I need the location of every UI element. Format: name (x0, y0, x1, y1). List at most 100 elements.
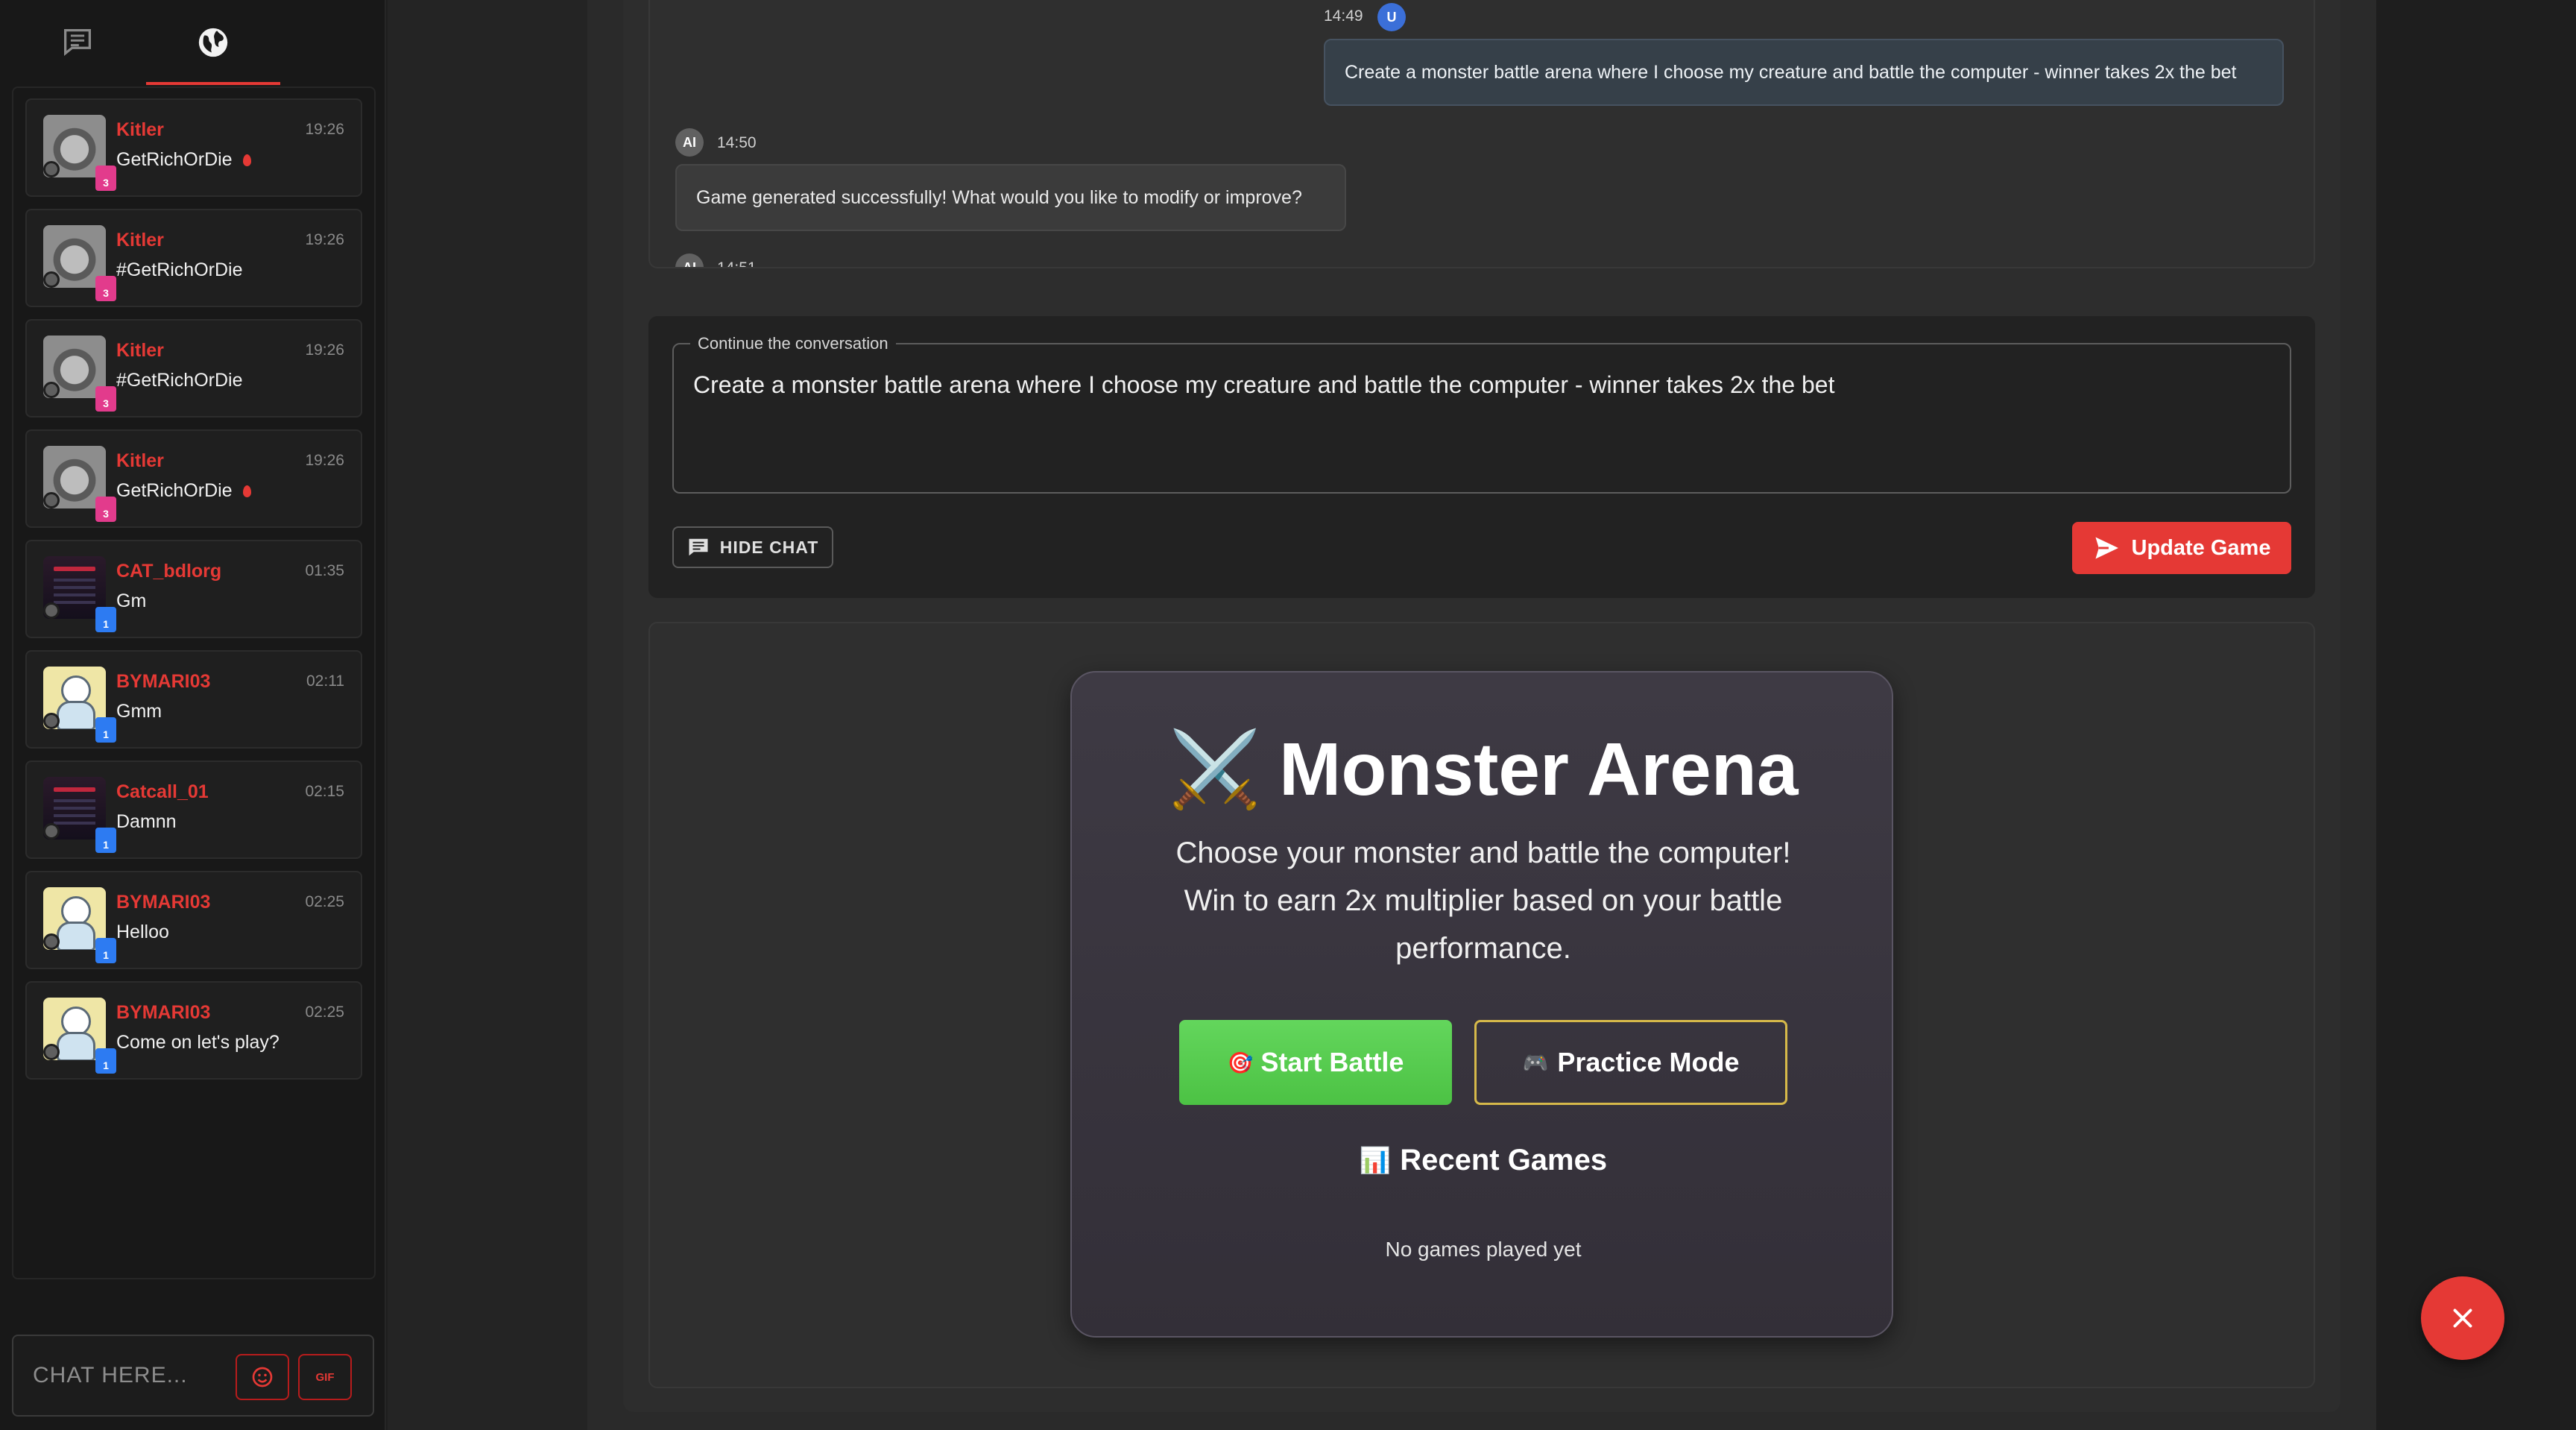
ai-avatar: AI (675, 253, 704, 267)
message-text: #GetRichOrDie (116, 259, 243, 280)
emoji-button[interactable] (236, 1354, 289, 1400)
target-icon: 🎯 (1227, 1051, 1254, 1074)
message-text-row: Helloo (116, 922, 169, 943)
update-game-button[interactable]: Update Game (2072, 522, 2291, 574)
recent-games-title: Recent Games (1400, 1144, 1608, 1177)
sender-name[interactable]: Kitler (116, 119, 164, 141)
close-fab-button[interactable] (2421, 1276, 2504, 1360)
right-gutter (2376, 0, 2576, 1430)
message-text-row: Gm (116, 590, 146, 612)
message-text: GetRichOrDie (116, 480, 233, 501)
level-badge: 3 (95, 276, 116, 301)
level-badge: 1 (95, 1048, 116, 1074)
message-time: 19:26 (305, 231, 344, 248)
status-indicator (43, 933, 60, 950)
level-badge: 3 (95, 166, 116, 191)
ai-message-time: 14:50 (717, 134, 757, 151)
conversation-field-label: Continue the conversation (690, 334, 896, 353)
ai-avatar: AI (675, 128, 704, 157)
message-text-row: Gmm (116, 701, 162, 722)
chat-input-box: CHAT HERE... GIF (12, 1335, 374, 1417)
no-games-text: No games played yet (1385, 1238, 1582, 1261)
user-message-time: 14:49 (1324, 7, 1363, 25)
smiley-icon (252, 1367, 273, 1388)
tab-global[interactable] (146, 0, 280, 85)
level-badge: 3 (95, 386, 116, 412)
sender-name[interactable]: BYMARI03 (116, 892, 210, 913)
chat-message-item[interactable]: 3 Kitler 19:26 #GetRichOrDie (25, 319, 362, 418)
message-text: Come on let's play? (116, 1032, 280, 1053)
bar-chart-icon: 📊 (1359, 1146, 1392, 1175)
level-badge: 1 (95, 938, 116, 963)
chat-message-item[interactable]: 1 BYMARI03 02:25 Come on let's play? (25, 981, 362, 1080)
composer-panel: Continue the conversation Create a monst… (648, 316, 2315, 598)
message-text: Gmm (116, 701, 162, 722)
gif-button[interactable]: GIF (298, 1354, 352, 1400)
message-text: GetRichOrDie (116, 149, 233, 170)
practice-mode-button[interactable]: 🎮 Practice Mode (1474, 1020, 1787, 1105)
recent-games-heading: 📊 Recent Games (1072, 1144, 1895, 1177)
chat-message-item[interactable]: 3 Kitler 19:26 GetRichOrDie (25, 429, 362, 528)
message-text: Helloo (116, 922, 169, 942)
message-text-row: Come on let's play? (116, 1032, 280, 1053)
message-text-row: #GetRichOrDie (116, 259, 243, 281)
message-time: 02:25 (305, 893, 344, 910)
tab-messages[interactable] (10, 0, 145, 85)
status-indicator (43, 492, 60, 508)
chat-sidebar: 3 Kitler 19:26 GetRichOrDie 3 Kitler 19:26 #Get… (0, 0, 386, 1430)
chat-message-list: 3 Kitler 19:26 GetRichOrDie 3 Kitler 19:26 #Get… (12, 86, 376, 1279)
sender-name[interactable]: CAT_bdlorg (116, 561, 221, 582)
level-badge: 1 (95, 828, 116, 853)
status-indicator (43, 161, 60, 177)
game-title: ⚔️ Monster Arena (1072, 726, 1895, 813)
sender-name[interactable]: BYMARI03 (116, 671, 210, 693)
left-gutter (388, 0, 587, 1430)
status-indicator (43, 382, 60, 398)
level-badge: 1 (95, 717, 116, 743)
chat-input[interactable]: CHAT HERE... (33, 1363, 188, 1388)
close-icon (2453, 1308, 2472, 1328)
game-description: Choose your monster and battle the compu… (1175, 837, 1791, 965)
sender-name[interactable]: BYMARI03 (116, 1002, 210, 1024)
game-title-text: Monster Arena (1279, 728, 1799, 811)
hide-chat-button[interactable]: HIDE CHAT (672, 526, 833, 568)
level-badge: 1 (95, 607, 116, 632)
conversation-input[interactable]: Create a monster battle arena where I ch… (693, 371, 1834, 399)
status-indicator (43, 602, 60, 619)
message-time: 01:35 (305, 562, 344, 579)
blood-drop-icon (242, 154, 251, 167)
message-time: 02:25 (305, 1004, 344, 1021)
chat-message-item[interactable]: 1 BYMARI03 02:25 Helloo (25, 871, 362, 969)
message-icon (64, 29, 91, 56)
chat-message-item[interactable]: 3 Kitler 19:26 GetRichOrDie (25, 98, 362, 197)
start-battle-button[interactable]: 🎯 Start Battle (1179, 1020, 1452, 1105)
message-text: Gm (116, 590, 147, 611)
monster-arena-card: ⚔️ Monster Arena Choose your monster and… (1070, 671, 1893, 1338)
ai-message-time: 14:51 (717, 259, 757, 268)
chat-icon (689, 538, 708, 556)
message-text: Damnn (116, 811, 177, 832)
update-game-label: Update Game (2131, 535, 2271, 560)
sender-name[interactable]: Kitler (116, 340, 164, 362)
message-text-row: GetRichOrDie (116, 480, 251, 502)
sender-name[interactable]: Catcall_01 (116, 781, 209, 803)
sender-name[interactable]: Kitler (116, 450, 164, 472)
chat-message-item[interactable]: 1 Catcall_01 02:15 Damnn (25, 760, 362, 859)
conversation-field[interactable]: Continue the conversation Create a monst… (672, 334, 2291, 494)
chat-message-item[interactable]: 1 CAT_bdlorg 01:35 Gm (25, 540, 362, 638)
crossed-swords-icon: ⚔️ (1168, 728, 1262, 811)
message-text-row: GetRichOrDie (116, 149, 251, 171)
ai-message: Game generated successfully! What would … (675, 164, 1346, 231)
status-indicator (43, 271, 60, 288)
blood-drop-icon (242, 485, 251, 498)
message-time: 19:26 (305, 452, 344, 469)
sidebar-tabs (0, 0, 386, 85)
status-indicator (43, 1044, 60, 1060)
chat-message-item[interactable]: 1 BYMARI03 02:11 Gmm (25, 650, 362, 749)
gamepad-icon: 🎮 (1522, 1051, 1549, 1074)
message-time: 19:26 (305, 121, 344, 138)
chat-message-item[interactable]: 3 Kitler 19:26 #GetRichOrDie (25, 209, 362, 307)
globe-icon (198, 28, 228, 57)
conversation-history[interactable]: 14:49 U Create a monster battle arena wh… (648, 0, 2315, 268)
sender-name[interactable]: Kitler (116, 230, 164, 251)
